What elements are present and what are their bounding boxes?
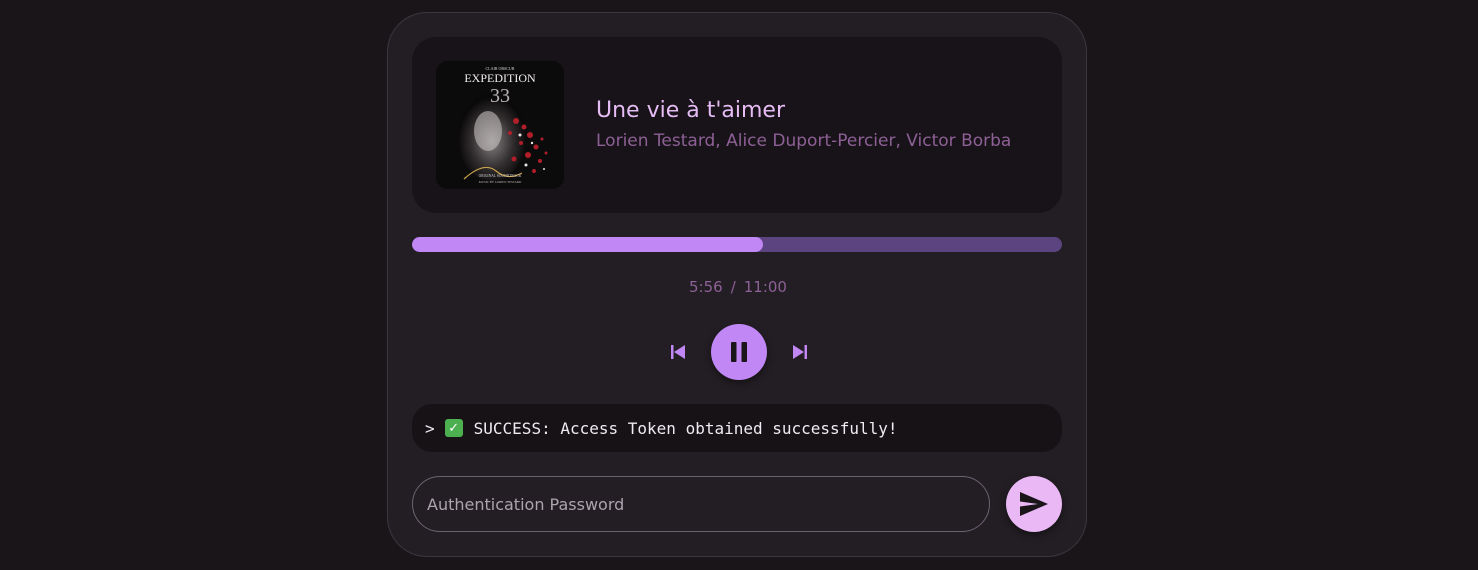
music-player-card: CLAIR OBSCUR EXPEDITION 33 ORIGINAL SOUN… (387, 12, 1087, 557)
progress-bar-fill (412, 237, 763, 252)
track-title: Une vie à t'aimer (596, 98, 785, 123)
album-footer-2: MUSIC BY LORIEN TESTARD (479, 180, 522, 184)
send-button[interactable] (1006, 476, 1062, 532)
playback-controls (388, 324, 1088, 380)
previous-track-button[interactable] (660, 324, 696, 380)
album-footer-1: ORIGINAL SOUNDTRACK (479, 174, 522, 178)
current-time: 5:56 (689, 278, 723, 296)
send-icon (1020, 492, 1048, 516)
check-mark-icon: ✓ (444, 419, 463, 437)
pause-icon (731, 342, 747, 362)
total-time: 11:00 (743, 278, 787, 296)
next-track-button[interactable] (782, 324, 818, 380)
album-title-text: EXPEDITION (464, 71, 536, 85)
skip-next-icon (793, 345, 807, 359)
album-number-text: 33 (490, 85, 510, 107)
play-pause-button[interactable] (711, 324, 767, 380)
console-message: SUCCESS: Access Token obtained successfu… (473, 418, 898, 438)
console-prompt: > (425, 418, 435, 438)
authentication-password-input[interactable] (412, 476, 990, 532)
status-console: > ✓ SUCCESS: Access Token obtained succe… (412, 404, 1062, 452)
progress-bar[interactable] (412, 237, 1062, 252)
track-artists: Lorien Testard, Alice Duport-Percier, Vi… (596, 131, 1012, 151)
skip-previous-icon (671, 345, 685, 359)
now-playing-panel: CLAIR OBSCUR EXPEDITION 33 ORIGINAL SOUN… (412, 37, 1062, 213)
time-display: 5:56 / 11:00 (388, 278, 1088, 296)
time-separator: / (730, 278, 736, 296)
album-art: CLAIR OBSCUR EXPEDITION 33 ORIGINAL SOUN… (436, 61, 564, 189)
